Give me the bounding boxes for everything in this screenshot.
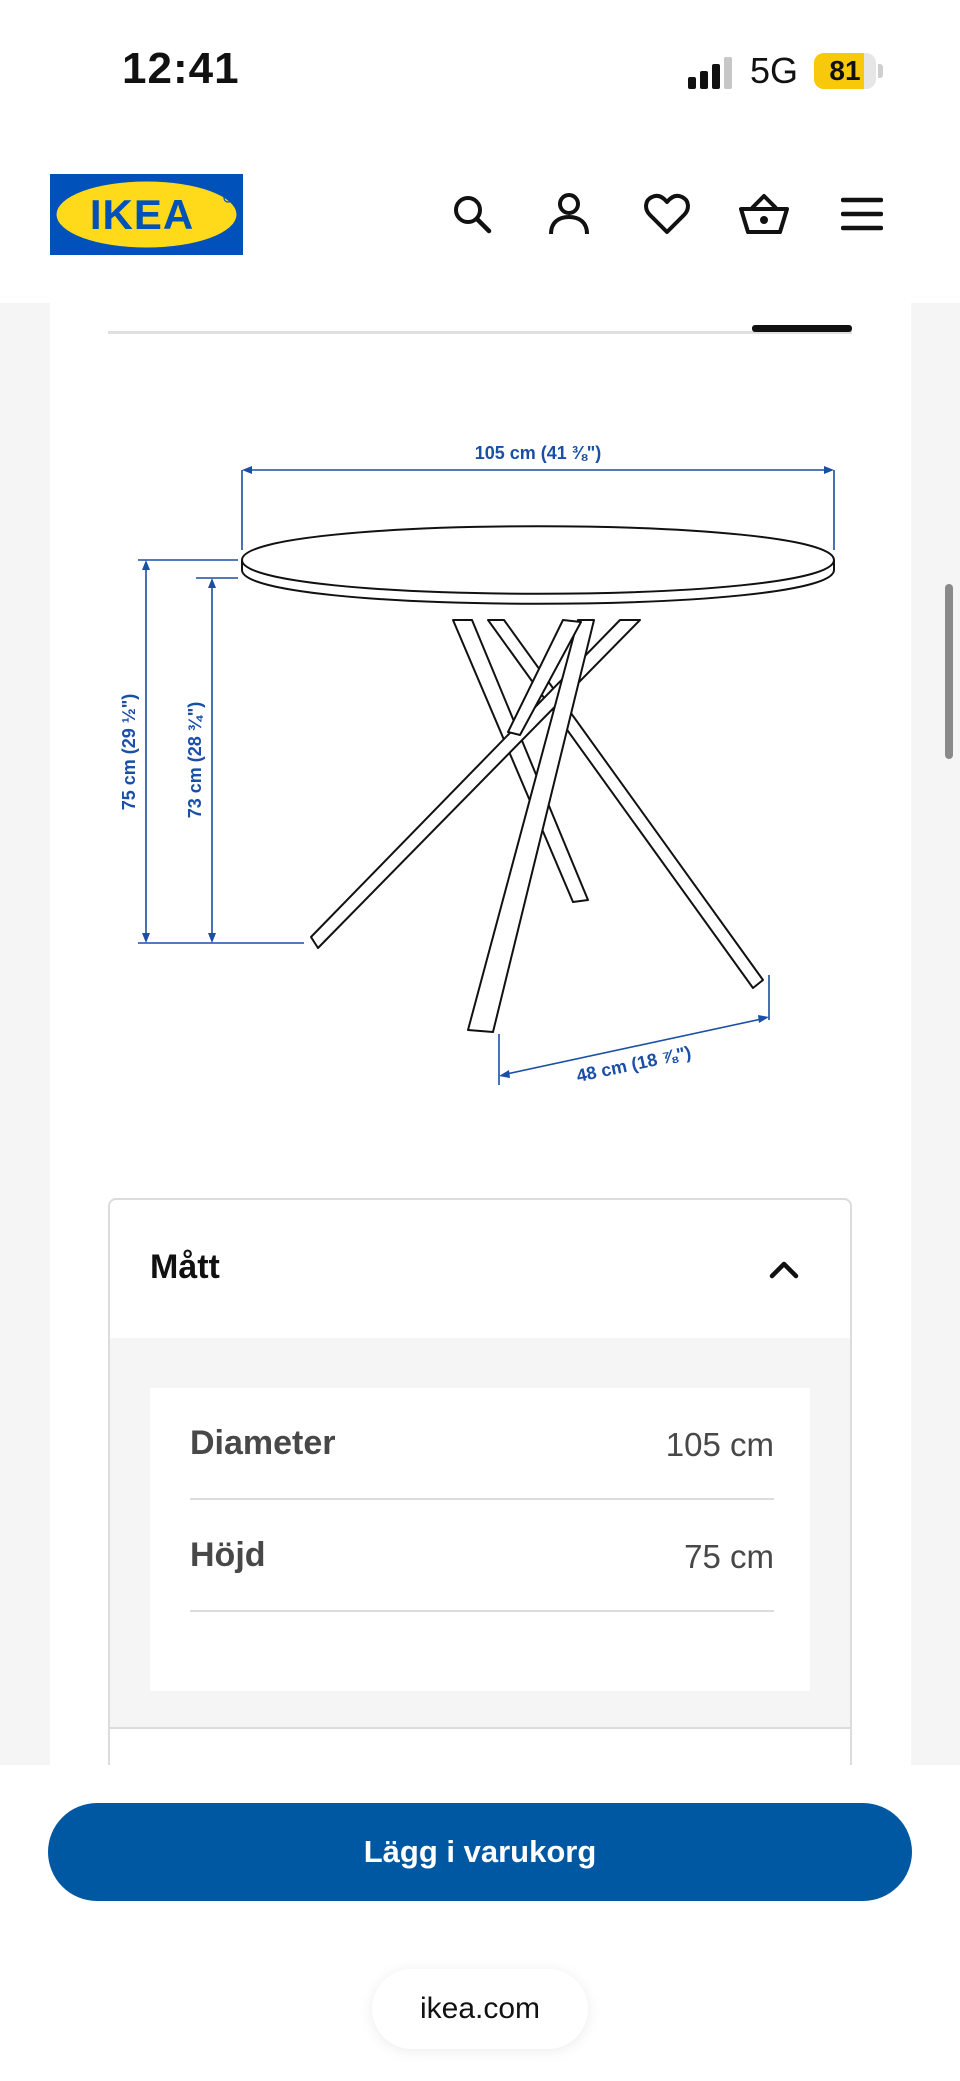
user-icon	[549, 193, 589, 235]
left-gutter	[0, 303, 50, 1765]
battery-icon: 81	[814, 53, 883, 89]
accordion-body: Diameter 105 cm Höjd 75 cm	[110, 1338, 850, 1728]
spec-value: 75 cm	[684, 1538, 774, 1575]
menu-icon	[841, 197, 883, 231]
battery-percent: 81	[829, 55, 861, 86]
browser-url-bar[interactable]: ikea.com	[372, 1969, 588, 2049]
ikea-logo[interactable]: IKEA	[50, 174, 243, 255]
spec-row-diameter: Diameter 105 cm	[190, 1388, 774, 1500]
logo-text: IKEA	[90, 191, 194, 238]
chevron-up-icon[interactable]	[764, 1252, 804, 1288]
search-icon	[454, 196, 492, 234]
scrollbar-thumb[interactable]	[945, 584, 953, 759]
account-button[interactable]	[539, 184, 599, 244]
status-time: 12:41	[122, 44, 240, 93]
site-header: IKEA	[0, 140, 960, 303]
status-bar: 12:41 5G 81	[0, 0, 960, 140]
sticky-footer: Lägg i varukorg ikea.com	[0, 1765, 960, 2081]
spec-row-height: Höjd 75 cm	[190, 1500, 774, 1612]
basket-icon	[739, 194, 789, 234]
search-button[interactable]	[442, 184, 502, 244]
menu-button[interactable]	[832, 184, 892, 244]
tab-divider	[108, 331, 852, 334]
spec-label: Höjd	[190, 1536, 266, 1574]
add-to-cart-button[interactable]: Lägg i varukorg	[48, 1803, 912, 1901]
height-dimension-label: 75 cm (29 ½")	[119, 694, 139, 811]
spec-table: Diameter 105 cm Höjd 75 cm	[150, 1388, 810, 1691]
network-type: 5G	[750, 50, 799, 91]
spec-label: Diameter	[190, 1424, 336, 1462]
right-gutter	[911, 303, 960, 1765]
active-tab-indicator	[752, 325, 852, 332]
cellular-signal-icon	[688, 57, 732, 89]
leg-spread-dimension-label: 48 cm (18 ⅞")	[575, 1042, 693, 1086]
dimensions-accordion: Mått Diameter 105 cm Höjd 75 cm	[108, 1198, 852, 1767]
heart-icon	[644, 193, 690, 234]
dimension-diagram: 105 cm (41 ⅜") 75 cm (29 ½") 73 cm (28 ¾…	[119, 443, 835, 1086]
cart-button[interactable]	[734, 184, 794, 244]
spec-value: 105 cm	[665, 1426, 774, 1463]
accordion-title[interactable]: Mått	[150, 1248, 220, 1287]
width-dimension-label: 105 cm (41 ⅜")	[475, 443, 602, 463]
favourites-button[interactable]	[637, 184, 697, 244]
next-accordion-section[interactable]	[110, 1727, 850, 1767]
inner-height-dimension-label: 73 cm (28 ¾")	[185, 702, 205, 819]
